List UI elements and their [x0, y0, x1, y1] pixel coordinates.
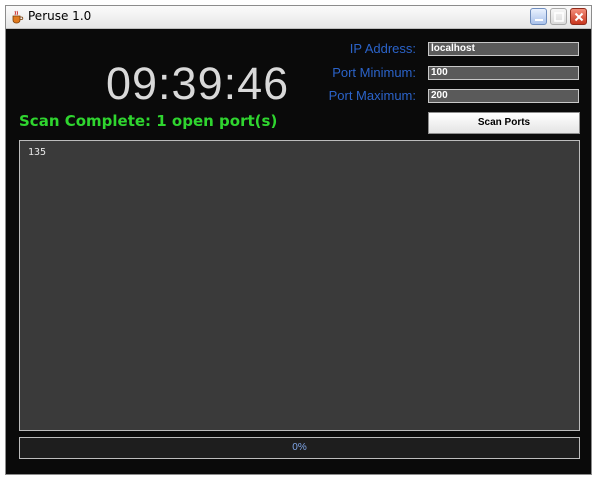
progress-bar: 0% — [19, 437, 580, 459]
maximize-button[interactable] — [550, 8, 567, 25]
output-line: 135 — [28, 147, 47, 158]
port-minimum-label: Port Minimum: — [332, 65, 416, 80]
maximize-icon — [554, 12, 564, 22]
ip-address-label: IP Address: — [349, 41, 416, 56]
title-bar[interactable]: Peruse 1.0 — [6, 6, 591, 29]
port-maximum-label: Port Maximum: — [328, 88, 416, 103]
ip-address-field[interactable]: localhost — [428, 42, 579, 56]
scan-status-text: Scan Complete: 1 open port(s) — [19, 112, 278, 130]
window-title: Peruse 1.0 — [28, 9, 92, 23]
port-maximum-field[interactable]: 200 — [428, 89, 579, 103]
scan-ports-button[interactable]: Scan Ports — [428, 112, 580, 134]
close-button[interactable] — [570, 8, 587, 25]
close-icon — [574, 12, 584, 22]
port-minimum-field[interactable]: 100 — [428, 66, 579, 80]
minimize-icon — [535, 19, 543, 21]
java-cup-icon — [12, 10, 24, 24]
app-window: Peruse 1.0 09:39:46 Scan Complete: 1 ope… — [5, 5, 592, 475]
progress-text: 0% — [292, 442, 307, 453]
minimize-button[interactable] — [530, 8, 547, 25]
scan-output-area[interactable]: 135 — [19, 140, 580, 431]
